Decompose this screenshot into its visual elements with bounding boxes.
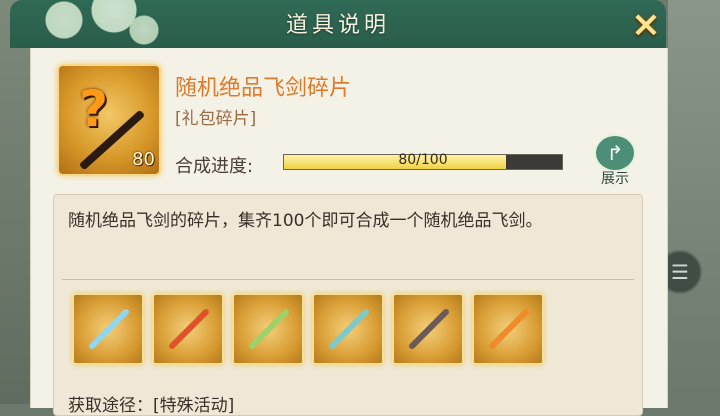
dialog-panel: ? 80 随机绝品飞剑碎片 [礼包碎片] 合成进度: 80/100 ↱ 展示 随…	[30, 48, 668, 416]
progress-label: 合成进度:	[175, 156, 254, 177]
share-arrow-icon: ↱	[594, 134, 636, 172]
ice-sword-icon	[87, 307, 131, 351]
sword-preview-item[interactable]	[472, 293, 544, 365]
background-right	[668, 0, 720, 404]
share-button[interactable]: ↱ 展示	[593, 134, 637, 187]
dialog-title: 道具说明	[285, 13, 390, 38]
flame-sword-icon	[487, 307, 531, 351]
question-mark-icon: ?	[79, 80, 109, 138]
dark-sword-icon	[407, 307, 451, 351]
crystal-sword-icon	[327, 307, 371, 351]
sword-preview-item[interactable]	[152, 293, 224, 365]
sword-preview-item[interactable]	[232, 293, 304, 365]
divider	[62, 279, 634, 280]
item-description: 随机绝品飞剑的碎片，集齐100个即可合成一个随机绝品飞剑。	[68, 211, 543, 231]
close-icon[interactable]: ×	[627, 6, 665, 44]
sword-preview-item[interactable]	[392, 293, 464, 365]
fire-sword-icon	[167, 307, 211, 351]
item-count: 80	[132, 149, 155, 170]
item-icon-box: ? 80	[57, 64, 161, 176]
item-name: 随机绝品飞剑碎片	[175, 76, 352, 101]
dialog-header: 道具说明 ×	[10, 0, 666, 48]
share-label: 展示	[601, 171, 629, 187]
sword-preview-item[interactable]	[312, 293, 384, 365]
sword-preview-item[interactable]	[72, 293, 144, 365]
jade-sword-icon	[247, 307, 291, 351]
progress-text: 80/100	[398, 152, 448, 168]
description-box: 随机绝品飞剑的碎片，集齐100个即可合成一个随机绝品飞剑。 获取途径：[特殊活动…	[53, 194, 643, 416]
progress-bar: 80/100	[283, 152, 563, 170]
item-type: [礼包碎片]	[175, 109, 257, 129]
